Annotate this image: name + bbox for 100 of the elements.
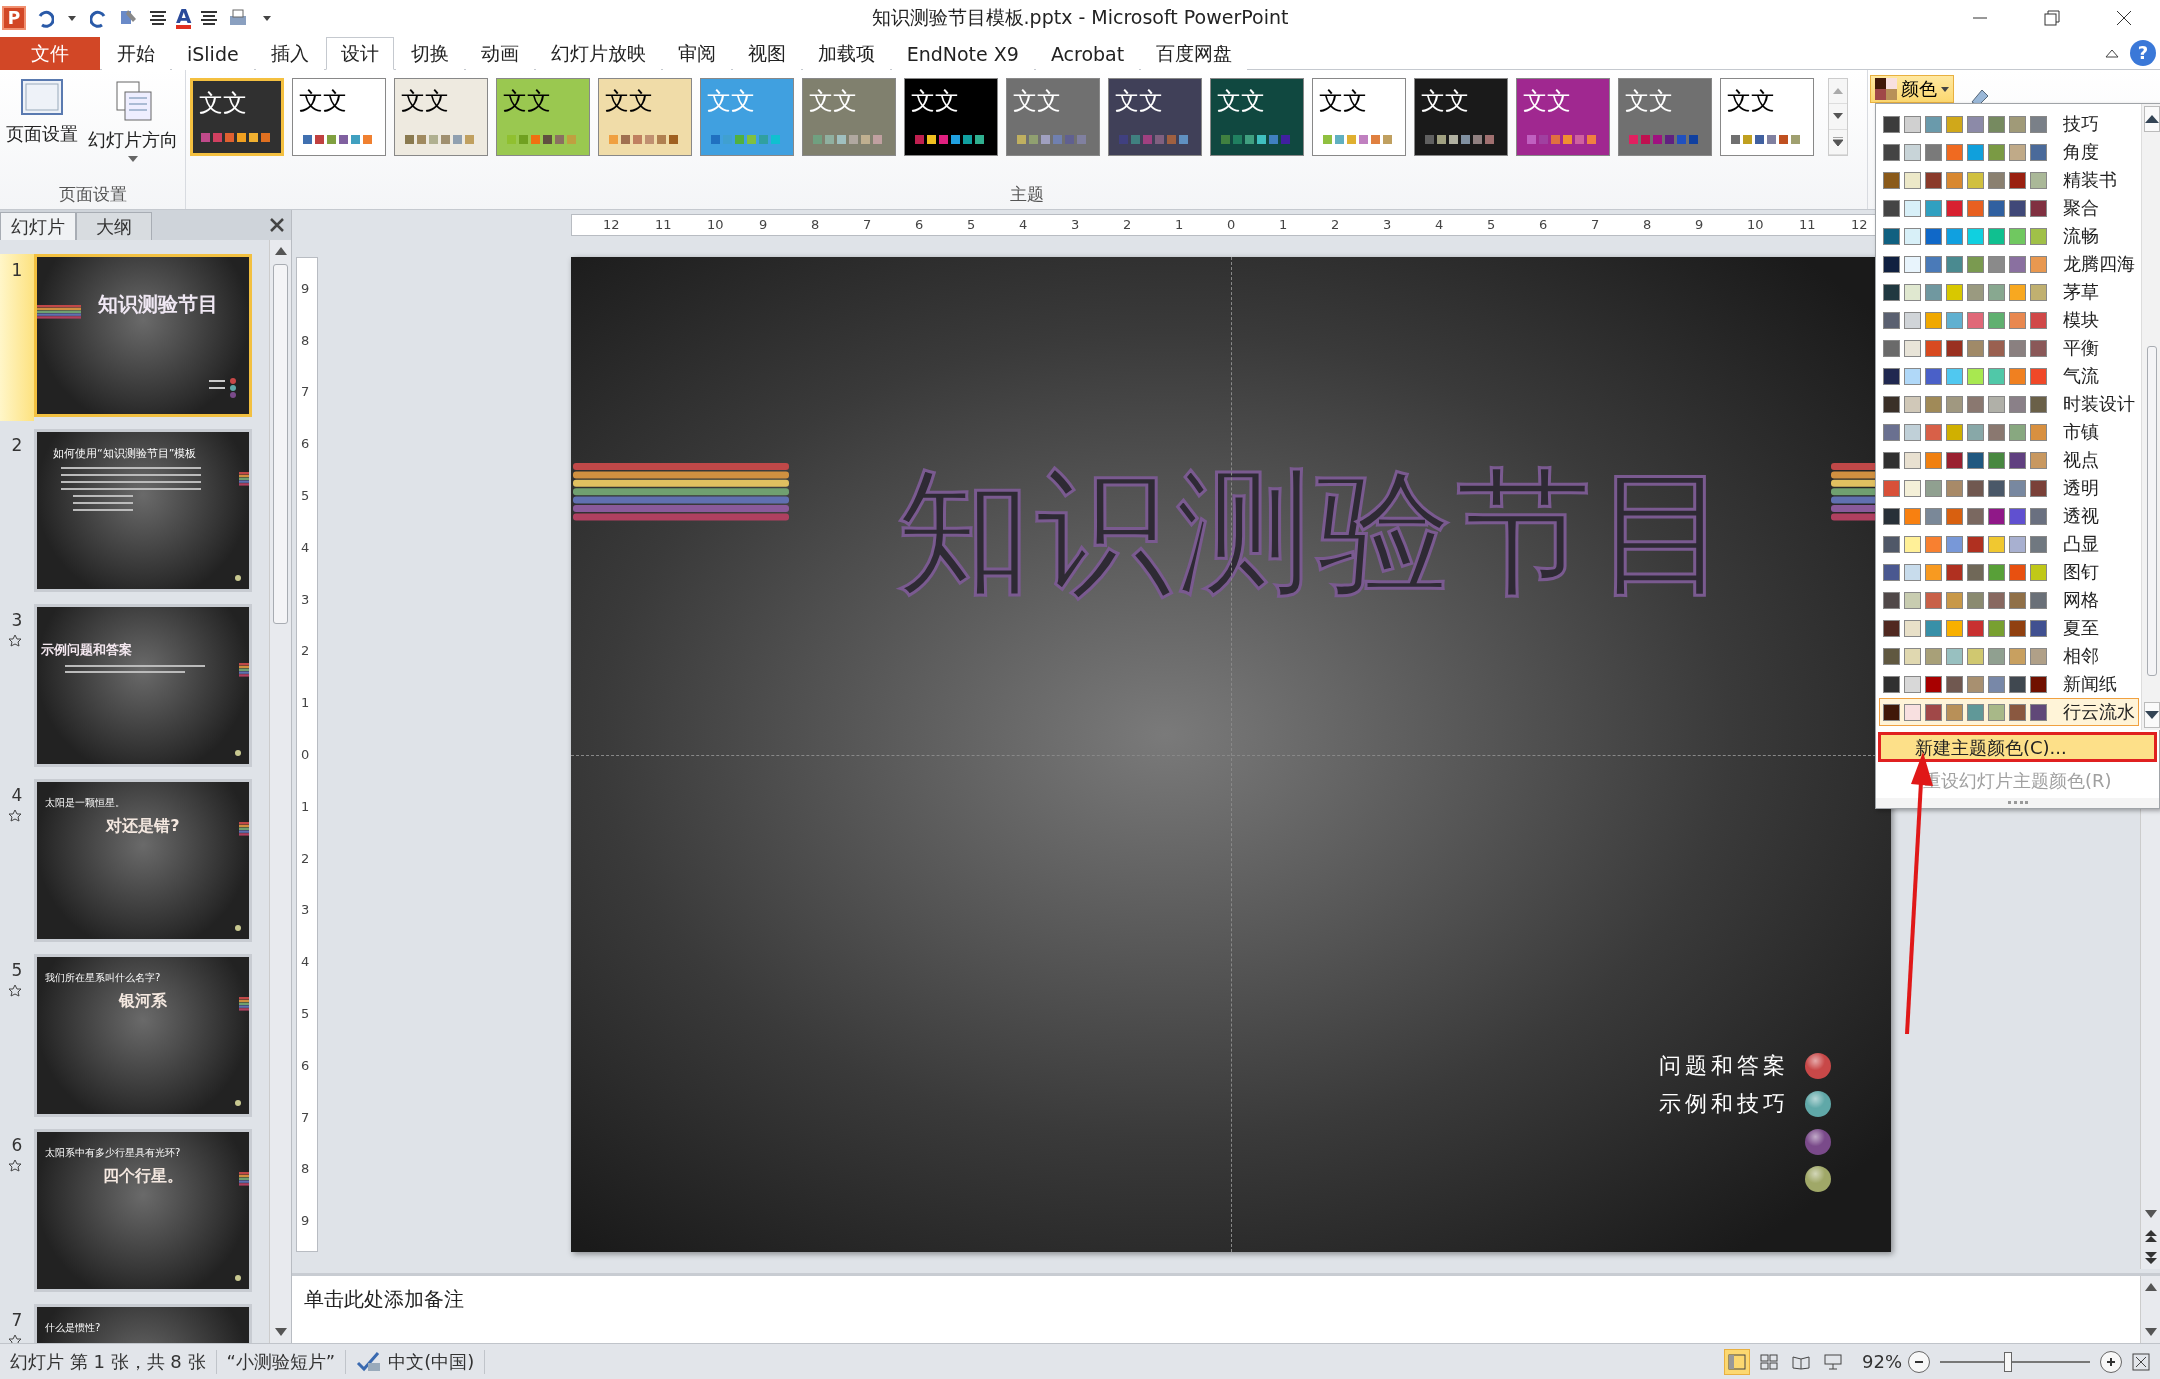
theme-thumbnail[interactable]: 文文 [904,78,998,156]
color-scheme-item[interactable]: 精装书 [1879,166,2139,194]
legend-label: 示例和技巧 [1659,1090,1789,1118]
color-scheme-item[interactable]: 流畅 [1879,222,2139,250]
color-scheme-item[interactable]: 图钉 [1879,558,2139,586]
color-scheme-item[interactable]: 凸显 [1879,530,2139,558]
ruler-number: 5 [967,217,976,232]
theme-thumbnail[interactable]: 文文 [190,78,284,156]
ruler-number: 5 [301,488,310,503]
color-scheme-item[interactable]: 角度 [1879,138,2139,166]
color-scheme-item[interactable]: 市镇 [1879,418,2139,446]
thumbnail-title: 什么是惯性? [45,1321,102,1335]
ruler-number: 6 [301,1057,310,1073]
theme-thumbnail[interactable]: 文文 [1516,78,1610,156]
powerpoint-logo[interactable]: P [2,6,26,30]
color-scheme-item[interactable]: 新闻纸 [1879,670,2139,698]
ruler-number: 1 [301,695,310,711]
ruler-number: 12 [603,217,620,232]
slide-number: 6 [11,1135,23,1155]
panel-tab[interactable]: 幻灯片 [0,212,76,240]
ruler-number: 7 [301,1109,310,1125]
ruler-number: 3 [301,902,310,918]
ruler-number: 11 [1799,217,1816,232]
menu-item[interactable]: 新建主题颜色(C)... [1878,732,2157,762]
theme-thumbnail[interactable]: 文文 [598,78,692,156]
color-scheme-item[interactable]: 平衡 [1879,334,2139,362]
ruler-number: 9 [301,1213,310,1229]
theme-thumbnail[interactable]: 文文 [1414,78,1508,156]
thumbnail-title: 知识测验节目 [97,291,219,318]
ruler-number: 3 [1383,217,1392,232]
theme-thumbnail[interactable]: 文文 [1210,78,1304,156]
color-scheme-item[interactable]: 气流 [1879,362,2139,390]
panel-tab[interactable]: 大纲 [76,212,152,240]
slide-thumbnail[interactable]: 示例问题和答案 [34,604,252,767]
slide-thumbnail[interactable]: 如何使用“知识测验节目”模板 [34,429,252,592]
ruler-number: 10 [707,217,724,232]
ribbon-tab[interactable]: 文件 [0,37,100,70]
ruler-number: 5 [1487,217,1496,232]
slide-thumbnail[interactable]: 什么是惯性? [34,1304,252,1343]
ruler-number: 3 [1071,217,1080,232]
ruler-number: 8 [1643,217,1652,232]
color-scheme-item[interactable]: 视点 [1879,446,2139,474]
slide-number: 5 [11,960,23,980]
ruler-number: 10 [1747,217,1764,232]
window-title: 知识测验节目模板.pptx - Microsoft PowerPoint [871,5,1289,30]
color-scheme-item[interactable]: 模块 [1879,306,2139,334]
theme-thumbnail[interactable]: 文文 [1006,78,1100,156]
color-scheme-item[interactable]: 透明 [1879,474,2139,502]
notes-field[interactable]: 单击此处添加备注 [292,1276,2140,1343]
color-scheme-item[interactable]: 技巧 [1879,110,2139,138]
ruler-number: 1 [1175,217,1184,232]
slide-thumbnail[interactable]: 太阳是一颗恒星。 对还是错? [34,779,252,942]
theme-thumbnail[interactable]: 文文 [496,78,590,156]
theme-thumbnail[interactable]: 文文 [1108,78,1202,156]
thumbnail-title: 如何使用“知识测验节目”模板 [53,446,198,461]
theme-thumbnail[interactable]: 文文 [1618,78,1712,156]
language[interactable]: 中文(中国) [388,1349,475,1374]
zoom-percent[interactable]: 92% [1862,1351,1902,1372]
slide-number: 7 [11,1310,23,1330]
ruler-number: 9 [1695,217,1704,232]
thumbnail-answer: 银河系 [117,991,168,1012]
thumbnail-answer: 四个行星。 [102,1166,184,1187]
slide-thumbnail[interactable]: 我们所在星系叫什么名字? 银河系 [34,954,252,1117]
thumbnail-answer: 对还是错? [104,816,181,837]
slide-number: 1 [11,260,23,280]
ruler-number: 0 [301,747,310,762]
color-scheme-item[interactable]: 时装设计 [1879,390,2139,418]
theme-thumbnail[interactable]: 文文 [394,78,488,156]
ruler-number: 8 [811,217,820,232]
ruler-number: 2 [1123,217,1132,232]
color-scheme-item[interactable]: 相邻 [1879,642,2139,670]
ruler-number: 2 [301,850,310,866]
color-scheme-item[interactable]: 网格 [1879,586,2139,614]
colors-button[interactable]: 颜色 [1870,75,1954,103]
theme-thumbnail[interactable]: 文文 [1720,78,1814,156]
slide-thumbnail[interactable]: 知识测验节目 [34,254,252,417]
slide-orientation-button[interactable]: 幻灯片方向 [86,78,180,181]
color-scheme-item[interactable]: 龙腾四海 [1879,250,2139,278]
ribbon-tab[interactable]: 设计 [325,37,394,70]
ruler-number: 2 [1331,217,1340,232]
theme-thumbnail[interactable]: 文文 [1312,78,1406,156]
ruler-number: 7 [1591,217,1600,232]
ruler-number: 12 [1851,217,1868,232]
theme-thumbnail[interactable]: 文文 [292,78,386,156]
ruler-number: 9 [301,280,310,296]
help-button[interactable]: ? [2130,39,2156,66]
color-scheme-item[interactable]: 透视 [1879,502,2139,530]
thumbnail-title: 太阳是一颗恒星。 [45,796,126,810]
color-scheme-item[interactable]: 茅草 [1879,278,2139,306]
ruler-number: 11 [655,217,672,232]
theme-thumbnail[interactable]: 文文 [802,78,896,156]
ruler-number: 6 [1539,217,1548,232]
slide-number: 2 [11,435,23,455]
slide-thumbnail[interactable]: 太阳系中有多少行星具有光环? 四个行星。 [34,1129,252,1292]
page-setup-button[interactable]: 页面设置 [4,78,80,181]
ruler-number: 4 [1435,217,1444,232]
color-scheme-item[interactable]: 夏至 [1879,614,2139,642]
group-label: 主题 [1008,183,1045,206]
color-scheme-item[interactable]: 聚合 [1879,194,2139,222]
color-scheme-item[interactable]: 行云流水 [1879,698,2139,726]
